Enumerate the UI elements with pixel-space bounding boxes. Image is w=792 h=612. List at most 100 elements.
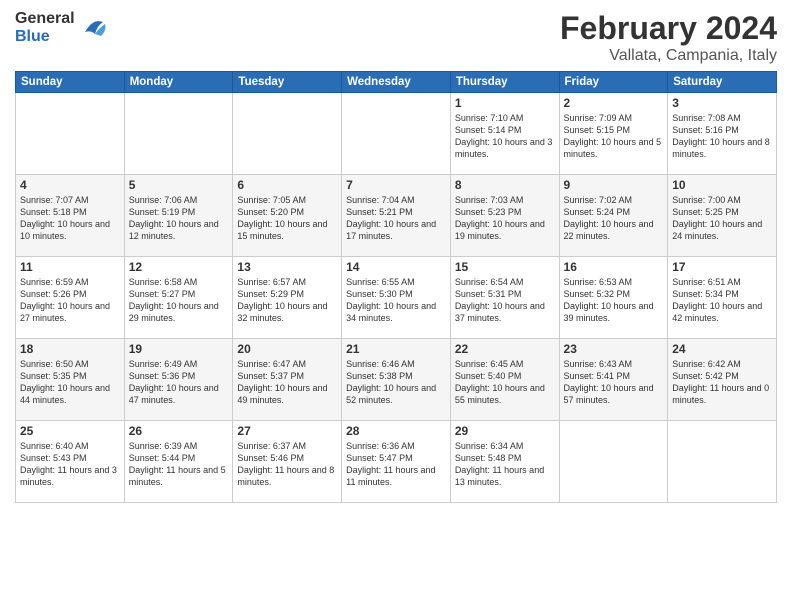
day-info: Sunrise: 6:37 AM Sunset: 5:46 PM Dayligh… — [237, 440, 337, 489]
day-info: Sunrise: 6:53 AM Sunset: 5:32 PM Dayligh… — [564, 276, 664, 325]
day-info: Sunrise: 6:47 AM Sunset: 5:37 PM Dayligh… — [237, 358, 337, 407]
calendar-cell: 6Sunrise: 7:05 AM Sunset: 5:20 PM Daylig… — [233, 175, 342, 257]
calendar-cell: 1 Sunrise: 7:10 AM Sunset: 5:14 PM Daylig… — [450, 93, 559, 175]
logo-icon — [77, 12, 109, 44]
calendar-cell: 9 Sunrise: 7:02 AM Sunset: 5:24 PM Daylig… — [559, 175, 668, 257]
header-row: Sunday Monday Tuesday Wednesday Thursday… — [16, 72, 777, 93]
day-number: 23 — [564, 342, 664, 356]
calendar-cell: 5 Sunrise: 7:06 AM Sunset: 5:19 PM Daylig… — [124, 175, 233, 257]
day-number: 26 — [129, 424, 229, 438]
day-number: 9 — [564, 178, 664, 192]
calendar-cell: 12Sunrise: 6:58 AM Sunset: 5:27 PM Dayli… — [124, 257, 233, 339]
day-number: 17 — [672, 260, 772, 274]
calendar-cell: 27 Sunrise: 6:37 AM Sunset: 5:46 PM Dayli… — [233, 421, 342, 503]
day-info: Sunrise: 6:43 AM Sunset: 5:41 PM Dayligh… — [564, 358, 664, 407]
day-info: Sunrise: 6:59 AM Sunset: 5:26 PM Dayligh… — [20, 276, 120, 325]
day-number: 5 — [129, 178, 229, 192]
calendar-table: Sunday Monday Tuesday Wednesday Thursday… — [15, 71, 777, 503]
day-info: Sunrise: 6:45 AM Sunset: 5:40 PM Dayligh… — [455, 358, 555, 407]
calendar-cell — [668, 421, 777, 503]
day-info: Sunrise: 7:03 AM Sunset: 5:23 PM Dayligh… — [455, 194, 555, 243]
day-number: 29 — [455, 424, 555, 438]
calendar-cell — [16, 93, 125, 175]
day-number: 14 — [346, 260, 446, 274]
day-number: 6 — [237, 178, 337, 192]
day-info: Sunrise: 7:10 AM Sunset: 5:14 PM Dayligh… — [455, 112, 555, 161]
calendar-cell: 18 Sunrise: 6:50 AM Sunset: 5:35 PM Dayli… — [16, 339, 125, 421]
calendar-week-3: 11 Sunrise: 6:59 AM Sunset: 5:26 PM Dayli… — [16, 257, 777, 339]
subtitle: Vallata, Campania, Italy — [560, 47, 777, 65]
calendar-cell: 21 Sunrise: 6:46 AM Sunset: 5:38 PM Dayli… — [342, 339, 451, 421]
calendar-cell: 4 Sunrise: 7:07 AM Sunset: 5:18 PM Daylig… — [16, 175, 125, 257]
logo-general: General — [15, 10, 75, 28]
calendar-week-1: 1 Sunrise: 7:10 AM Sunset: 5:14 PM Daylig… — [16, 93, 777, 175]
calendar-cell: 7 Sunrise: 7:04 AM Sunset: 5:21 PM Daylig… — [342, 175, 451, 257]
day-info: Sunrise: 7:06 AM Sunset: 5:19 PM Dayligh… — [129, 194, 229, 243]
day-info: Sunrise: 6:39 AM Sunset: 5:44 PM Dayligh… — [129, 440, 229, 489]
calendar-cell: 24Sunrise: 6:42 AM Sunset: 5:42 PM Dayli… — [668, 339, 777, 421]
calendar-body: 1 Sunrise: 7:10 AM Sunset: 5:14 PM Daylig… — [16, 93, 777, 503]
calendar-cell: 10 Sunrise: 7:00 AM Sunset: 5:25 PM Dayli… — [668, 175, 777, 257]
calendar-cell: 8Sunrise: 7:03 AM Sunset: 5:23 PM Daylig… — [450, 175, 559, 257]
day-number: 18 — [20, 342, 120, 356]
day-number: 2 — [564, 96, 664, 110]
calendar-cell: 20 Sunrise: 6:47 AM Sunset: 5:37 PM Dayli… — [233, 339, 342, 421]
day-info: Sunrise: 7:07 AM Sunset: 5:18 PM Dayligh… — [20, 194, 120, 243]
day-number: 10 — [672, 178, 772, 192]
day-number: 1 — [455, 96, 555, 110]
day-info: Sunrise: 7:08 AM Sunset: 5:16 PM Dayligh… — [672, 112, 772, 161]
day-number: 4 — [20, 178, 120, 192]
calendar-cell: 11 Sunrise: 6:59 AM Sunset: 5:26 PM Dayli… — [16, 257, 125, 339]
calendar-week-5: 25Sunrise: 6:40 AM Sunset: 5:43 PM Dayli… — [16, 421, 777, 503]
col-monday: Monday — [124, 72, 233, 93]
logo-text: General Blue — [15, 10, 75, 45]
calendar-cell: 13 Sunrise: 6:57 AM Sunset: 5:29 PM Dayli… — [233, 257, 342, 339]
day-info: Sunrise: 7:02 AM Sunset: 5:24 PM Dayligh… — [564, 194, 664, 243]
day-number: 27 — [237, 424, 337, 438]
day-info: Sunrise: 6:51 AM Sunset: 5:34 PM Dayligh… — [672, 276, 772, 325]
calendar-cell: 16Sunrise: 6:53 AM Sunset: 5:32 PM Dayli… — [559, 257, 668, 339]
calendar-week-2: 4 Sunrise: 7:07 AM Sunset: 5:18 PM Daylig… — [16, 175, 777, 257]
calendar-cell: 17 Sunrise: 6:51 AM Sunset: 5:34 PM Dayli… — [668, 257, 777, 339]
day-number: 20 — [237, 342, 337, 356]
calendar-cell: 25Sunrise: 6:40 AM Sunset: 5:43 PM Dayli… — [16, 421, 125, 503]
day-info: Sunrise: 6:49 AM Sunset: 5:36 PM Dayligh… — [129, 358, 229, 407]
day-number: 11 — [20, 260, 120, 274]
day-info: Sunrise: 6:57 AM Sunset: 5:29 PM Dayligh… — [237, 276, 337, 325]
day-info: Sunrise: 6:58 AM Sunset: 5:27 PM Dayligh… — [129, 276, 229, 325]
calendar-cell: 14 Sunrise: 6:55 AM Sunset: 5:30 PM Dayli… — [342, 257, 451, 339]
day-number: 3 — [672, 96, 772, 110]
calendar-cell — [233, 93, 342, 175]
day-number: 22 — [455, 342, 555, 356]
day-number: 21 — [346, 342, 446, 356]
calendar-cell: 26 Sunrise: 6:39 AM Sunset: 5:44 PM Dayli… — [124, 421, 233, 503]
col-friday: Friday — [559, 72, 668, 93]
day-info: Sunrise: 7:04 AM Sunset: 5:21 PM Dayligh… — [346, 194, 446, 243]
day-number: 13 — [237, 260, 337, 274]
logo: General Blue — [15, 10, 109, 45]
day-info: Sunrise: 6:34 AM Sunset: 5:48 PM Dayligh… — [455, 440, 555, 489]
calendar-cell: 3 Sunrise: 7:08 AM Sunset: 5:16 PM Daylig… — [668, 93, 777, 175]
col-sunday: Sunday — [16, 72, 125, 93]
calendar-header: Sunday Monday Tuesday Wednesday Thursday… — [16, 72, 777, 93]
day-info: Sunrise: 6:36 AM Sunset: 5:47 PM Dayligh… — [346, 440, 446, 489]
calendar-cell: 22 Sunrise: 6:45 AM Sunset: 5:40 PM Dayli… — [450, 339, 559, 421]
calendar-cell: 15 Sunrise: 6:54 AM Sunset: 5:31 PM Dayli… — [450, 257, 559, 339]
calendar-cell: 2Sunrise: 7:09 AM Sunset: 5:15 PM Daylig… — [559, 93, 668, 175]
day-number: 15 — [455, 260, 555, 274]
day-info: Sunrise: 6:54 AM Sunset: 5:31 PM Dayligh… — [455, 276, 555, 325]
calendar-cell: 29 Sunrise: 6:34 AM Sunset: 5:48 PM Dayli… — [450, 421, 559, 503]
main-title: February 2024 — [560, 10, 777, 47]
col-tuesday: Tuesday — [233, 72, 342, 93]
day-number: 7 — [346, 178, 446, 192]
day-info: Sunrise: 6:50 AM Sunset: 5:35 PM Dayligh… — [20, 358, 120, 407]
col-thursday: Thursday — [450, 72, 559, 93]
day-info: Sunrise: 6:55 AM Sunset: 5:30 PM Dayligh… — [346, 276, 446, 325]
header: General Blue February 2024 Vallata, Camp… — [15, 10, 777, 65]
col-saturday: Saturday — [668, 72, 777, 93]
day-info: Sunrise: 6:46 AM Sunset: 5:38 PM Dayligh… — [346, 358, 446, 407]
page: General Blue February 2024 Vallata, Camp… — [0, 0, 792, 612]
day-info: Sunrise: 7:00 AM Sunset: 5:25 PM Dayligh… — [672, 194, 772, 243]
calendar-cell: 23 Sunrise: 6:43 AM Sunset: 5:41 PM Dayli… — [559, 339, 668, 421]
logo-blue: Blue — [15, 28, 75, 46]
